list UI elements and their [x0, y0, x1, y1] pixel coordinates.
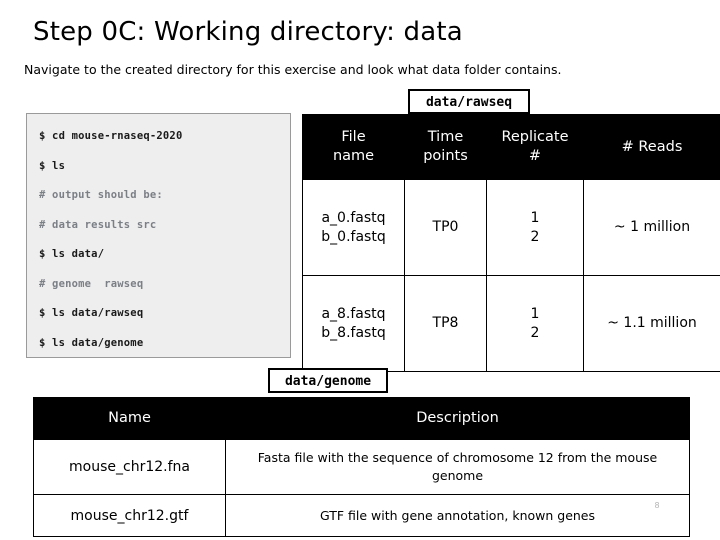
replicate-line: 2	[530, 228, 540, 245]
terminal-line: $ ls	[39, 159, 66, 172]
cell-time-point: TP0	[404, 179, 487, 276]
file-name-line: b_8.fastq	[321, 324, 386, 341]
cell-replicate: 1 2	[486, 179, 584, 276]
terminal-line: # genome rawseq	[39, 277, 144, 290]
column-header-file-name: File name	[302, 114, 405, 180]
header-line: points	[423, 148, 468, 164]
header-line: name	[332, 148, 375, 164]
genome-table: Name Description mouse_chr12.fna Fasta f…	[33, 397, 690, 537]
terminal-line: $ cd mouse-rnaseq-2020	[39, 130, 183, 142]
table-row: mouse_chr12.fna Fasta file with the sequ…	[33, 439, 690, 495]
header-line: #	[528, 148, 542, 164]
header-line: # Reads	[621, 138, 683, 155]
slide-title: Step 0C: Working directory: data	[33, 17, 463, 47]
cell-file-name: mouse_chr12.fna	[33, 439, 226, 495]
cell-reads: ~ 1 million	[583, 179, 720, 276]
terminal-line: $ ls data/rawseq	[39, 307, 144, 319]
cell-reads: ~ 1.1 million	[583, 275, 720, 372]
cell-file-name: mouse_chr12.gtf	[33, 494, 226, 537]
header-line: File	[341, 129, 366, 145]
terminal-line: $ ls data/	[39, 248, 105, 260]
cell-replicate: 1 2	[486, 275, 584, 372]
cell-file-name: a_8.fastq b_8.fastq	[302, 275, 405, 372]
slide-canvas: Step 0C: Working directory: data Navigat…	[0, 0, 720, 540]
slide-subtitle: Navigate to the created directory for th…	[24, 62, 562, 77]
column-header-reads: # Reads	[583, 114, 720, 180]
replicate-line: 1	[530, 209, 540, 226]
rawseq-table: File name Time points Replicate # # Read…	[302, 114, 720, 372]
column-header-description: Description	[225, 397, 690, 440]
replicate-line: 2	[530, 324, 540, 341]
cell-file-name: a_0.fastq b_0.fastq	[302, 179, 405, 276]
table-header-row: Name Description	[33, 397, 690, 440]
terminal-code-block: $ cd mouse-rnaseq-2020 $ ls # output sho…	[26, 113, 291, 358]
table-header-row: File name Time points Replicate # # Read…	[302, 114, 720, 180]
file-name-line: b_0.fastq	[321, 228, 386, 245]
file-name-line: a_0.fastq	[321, 209, 386, 226]
terminal-line: $ ls data/genome	[39, 336, 144, 349]
table-row: mouse_chr12.gtf GTF file with gene annot…	[33, 494, 690, 537]
column-header-time-points: Time points	[404, 114, 487, 180]
terminal-line: # data results src	[39, 218, 157, 231]
rawseq-table-caption: data/rawseq	[408, 89, 530, 114]
column-header-name: Name	[33, 397, 226, 440]
slide-number: 8	[654, 501, 660, 510]
table-row: a_8.fastq b_8.fastq TP8 1 2 ~ 1.1 millio…	[302, 275, 720, 372]
header-line: Replicate	[501, 129, 569, 145]
terminal-line: # output should be:	[39, 189, 163, 201]
cell-description: Fasta file with the sequence of chromoso…	[225, 439, 690, 495]
genome-table-caption: data/genome	[268, 368, 388, 393]
cell-time-point: TP8	[404, 275, 487, 372]
file-name-line: a_8.fastq	[321, 305, 386, 322]
column-header-replicate: Replicate #	[486, 114, 584, 180]
table-row: a_0.fastq b_0.fastq TP0 1 2 ~ 1 million	[302, 179, 720, 276]
cell-description: GTF file with gene annotation, known gen…	[225, 494, 690, 537]
header-line: Time	[427, 129, 464, 145]
replicate-line: 1	[530, 305, 540, 322]
